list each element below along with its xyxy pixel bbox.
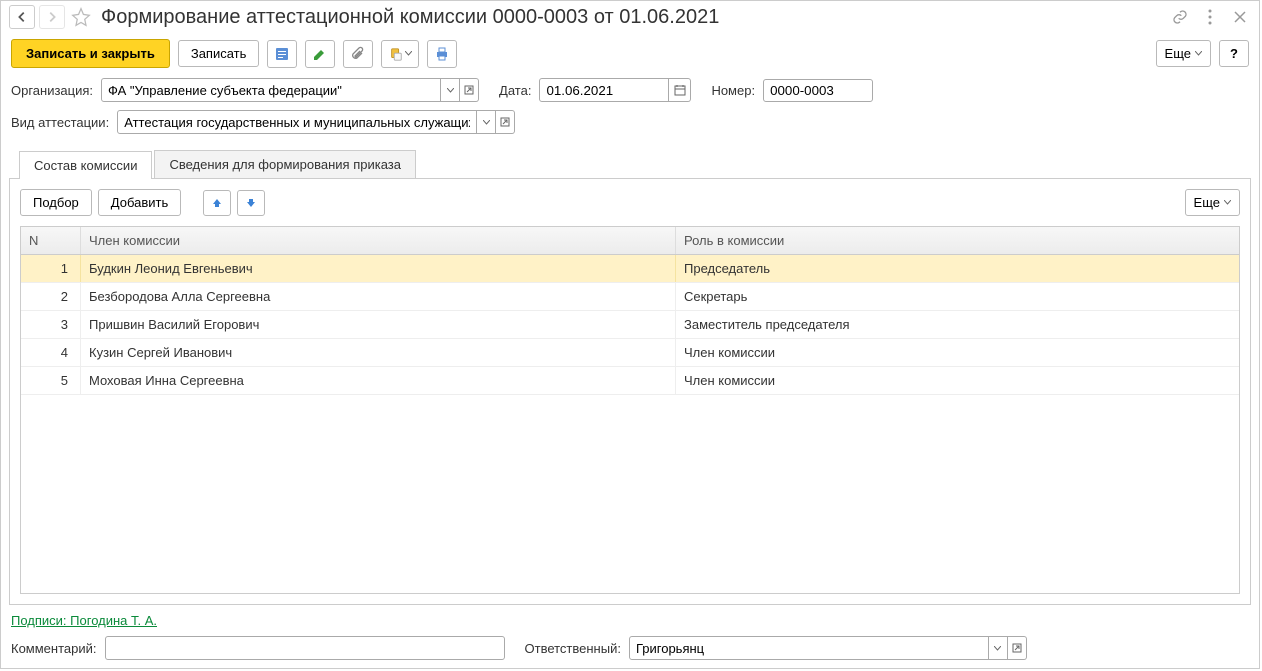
add-button[interactable]: Добавить bbox=[98, 189, 181, 216]
arrow-down-icon bbox=[245, 197, 257, 209]
page-title: Формирование аттестационной комиссии 000… bbox=[97, 6, 1165, 29]
org-label: Организация: bbox=[11, 83, 93, 98]
cell-member: Будкин Леонид Евгеньевич bbox=[81, 255, 676, 282]
paperclip-icon bbox=[350, 46, 366, 62]
cell-n: 3 bbox=[21, 311, 81, 338]
responsible-label: Ответственный: bbox=[525, 641, 621, 656]
table-row[interactable]: 5Моховая Инна СергеевнаЧлен комиссии bbox=[21, 367, 1239, 395]
save-button[interactable]: Записать bbox=[178, 40, 260, 67]
more-button[interactable]: Еще bbox=[1156, 40, 1211, 67]
nav-back-button[interactable] bbox=[9, 5, 35, 29]
chevron-down-icon bbox=[1195, 51, 1202, 56]
close-icon bbox=[1234, 11, 1246, 23]
table-row[interactable]: 2Безбородова Алла СергеевнаСекретарь bbox=[21, 283, 1239, 311]
edit-button[interactable] bbox=[305, 40, 335, 68]
header-member[interactable]: Член комиссии bbox=[81, 227, 676, 254]
chevron-down-icon bbox=[405, 51, 412, 56]
org-field[interactable] bbox=[101, 78, 441, 102]
open-icon bbox=[500, 117, 510, 127]
attest-type-open-button[interactable] bbox=[496, 110, 515, 134]
chevron-down-icon bbox=[994, 646, 1001, 651]
open-icon bbox=[464, 85, 474, 95]
table-row[interactable]: 3Пришвин Василий ЕгоровичЗаместитель пре… bbox=[21, 311, 1239, 339]
cell-n: 1 bbox=[21, 255, 81, 282]
dots-vertical-icon bbox=[1208, 9, 1212, 25]
arrow-left-icon bbox=[15, 10, 29, 24]
printer-icon bbox=[434, 46, 450, 62]
more-label: Еще bbox=[1165, 46, 1191, 61]
move-down-button[interactable] bbox=[237, 190, 265, 216]
cell-member: Безбородова Алла Сергеевна bbox=[81, 283, 676, 310]
comment-label: Комментарий: bbox=[11, 641, 97, 656]
responsible-open-button[interactable] bbox=[1008, 636, 1027, 660]
open-icon bbox=[1012, 643, 1022, 653]
attest-type-dropdown-button[interactable] bbox=[477, 110, 496, 134]
responsible-dropdown-button[interactable] bbox=[989, 636, 1008, 660]
cell-role: Член комиссии bbox=[676, 367, 1239, 394]
favorite-button[interactable] bbox=[69, 5, 93, 29]
org-open-button[interactable] bbox=[460, 78, 479, 102]
chevron-down-icon bbox=[1224, 200, 1231, 205]
save-close-button[interactable]: Записать и закрыть bbox=[11, 39, 170, 68]
cell-n: 4 bbox=[21, 339, 81, 366]
table-row[interactable]: 1Будкин Леонид ЕвгеньевичПредседатель bbox=[21, 255, 1239, 283]
star-icon bbox=[71, 7, 91, 27]
structure-button[interactable] bbox=[381, 40, 419, 68]
link-button[interactable] bbox=[1169, 6, 1191, 28]
org-dropdown-button[interactable] bbox=[441, 78, 460, 102]
paste-icon bbox=[389, 47, 403, 61]
number-label: Номер: bbox=[711, 83, 755, 98]
move-up-button[interactable] bbox=[203, 190, 231, 216]
arrow-right-icon bbox=[45, 10, 59, 24]
cell-role: Председатель bbox=[676, 255, 1239, 282]
chevron-down-icon bbox=[483, 120, 490, 125]
signatures-link[interactable]: Подписи: Погодина Т. А. bbox=[11, 613, 157, 628]
chevron-down-icon bbox=[447, 88, 454, 93]
date-label: Дата: bbox=[499, 83, 531, 98]
cell-n: 5 bbox=[21, 367, 81, 394]
comment-field[interactable] bbox=[105, 636, 505, 660]
menu-button[interactable] bbox=[1199, 6, 1221, 28]
close-button[interactable] bbox=[1229, 6, 1251, 28]
tab-composition[interactable]: Состав комиссии bbox=[19, 151, 152, 179]
attest-type-label: Вид аттестации: bbox=[11, 115, 109, 130]
cell-member: Моховая Инна Сергеевна bbox=[81, 367, 676, 394]
cell-role: Заместитель председателя bbox=[676, 311, 1239, 338]
cell-member: Пришвин Василий Егорович bbox=[81, 311, 676, 338]
document-icon bbox=[274, 46, 290, 62]
cell-role: Член комиссии bbox=[676, 339, 1239, 366]
pencil-icon bbox=[312, 46, 328, 62]
cell-role: Секретарь bbox=[676, 283, 1239, 310]
date-field[interactable] bbox=[539, 78, 669, 102]
arrow-up-icon bbox=[211, 197, 223, 209]
nav-forward-button[interactable] bbox=[39, 5, 65, 29]
print-button[interactable] bbox=[427, 40, 457, 68]
tab-order-info[interactable]: Сведения для формирования приказа bbox=[154, 150, 416, 178]
calendar-button[interactable] bbox=[669, 78, 691, 102]
header-role[interactable]: Роль в комиссии bbox=[676, 227, 1239, 254]
tab-more-button[interactable]: Еще bbox=[1185, 189, 1240, 216]
attest-type-field[interactable] bbox=[117, 110, 477, 134]
link-icon bbox=[1172, 9, 1188, 25]
tab-more-label: Еще bbox=[1194, 195, 1220, 210]
attach-button[interactable] bbox=[343, 40, 373, 68]
responsible-field[interactable] bbox=[629, 636, 989, 660]
cell-member: Кузин Сергей Иванович bbox=[81, 339, 676, 366]
select-button[interactable]: Подбор bbox=[20, 189, 92, 216]
help-button[interactable]: ? bbox=[1219, 40, 1249, 67]
form-view-button[interactable] bbox=[267, 40, 297, 68]
calendar-icon bbox=[674, 84, 686, 96]
number-field[interactable] bbox=[763, 79, 873, 102]
table-row[interactable]: 4Кузин Сергей ИвановичЧлен комиссии bbox=[21, 339, 1239, 367]
header-n[interactable]: N bbox=[21, 227, 81, 254]
cell-n: 2 bbox=[21, 283, 81, 310]
